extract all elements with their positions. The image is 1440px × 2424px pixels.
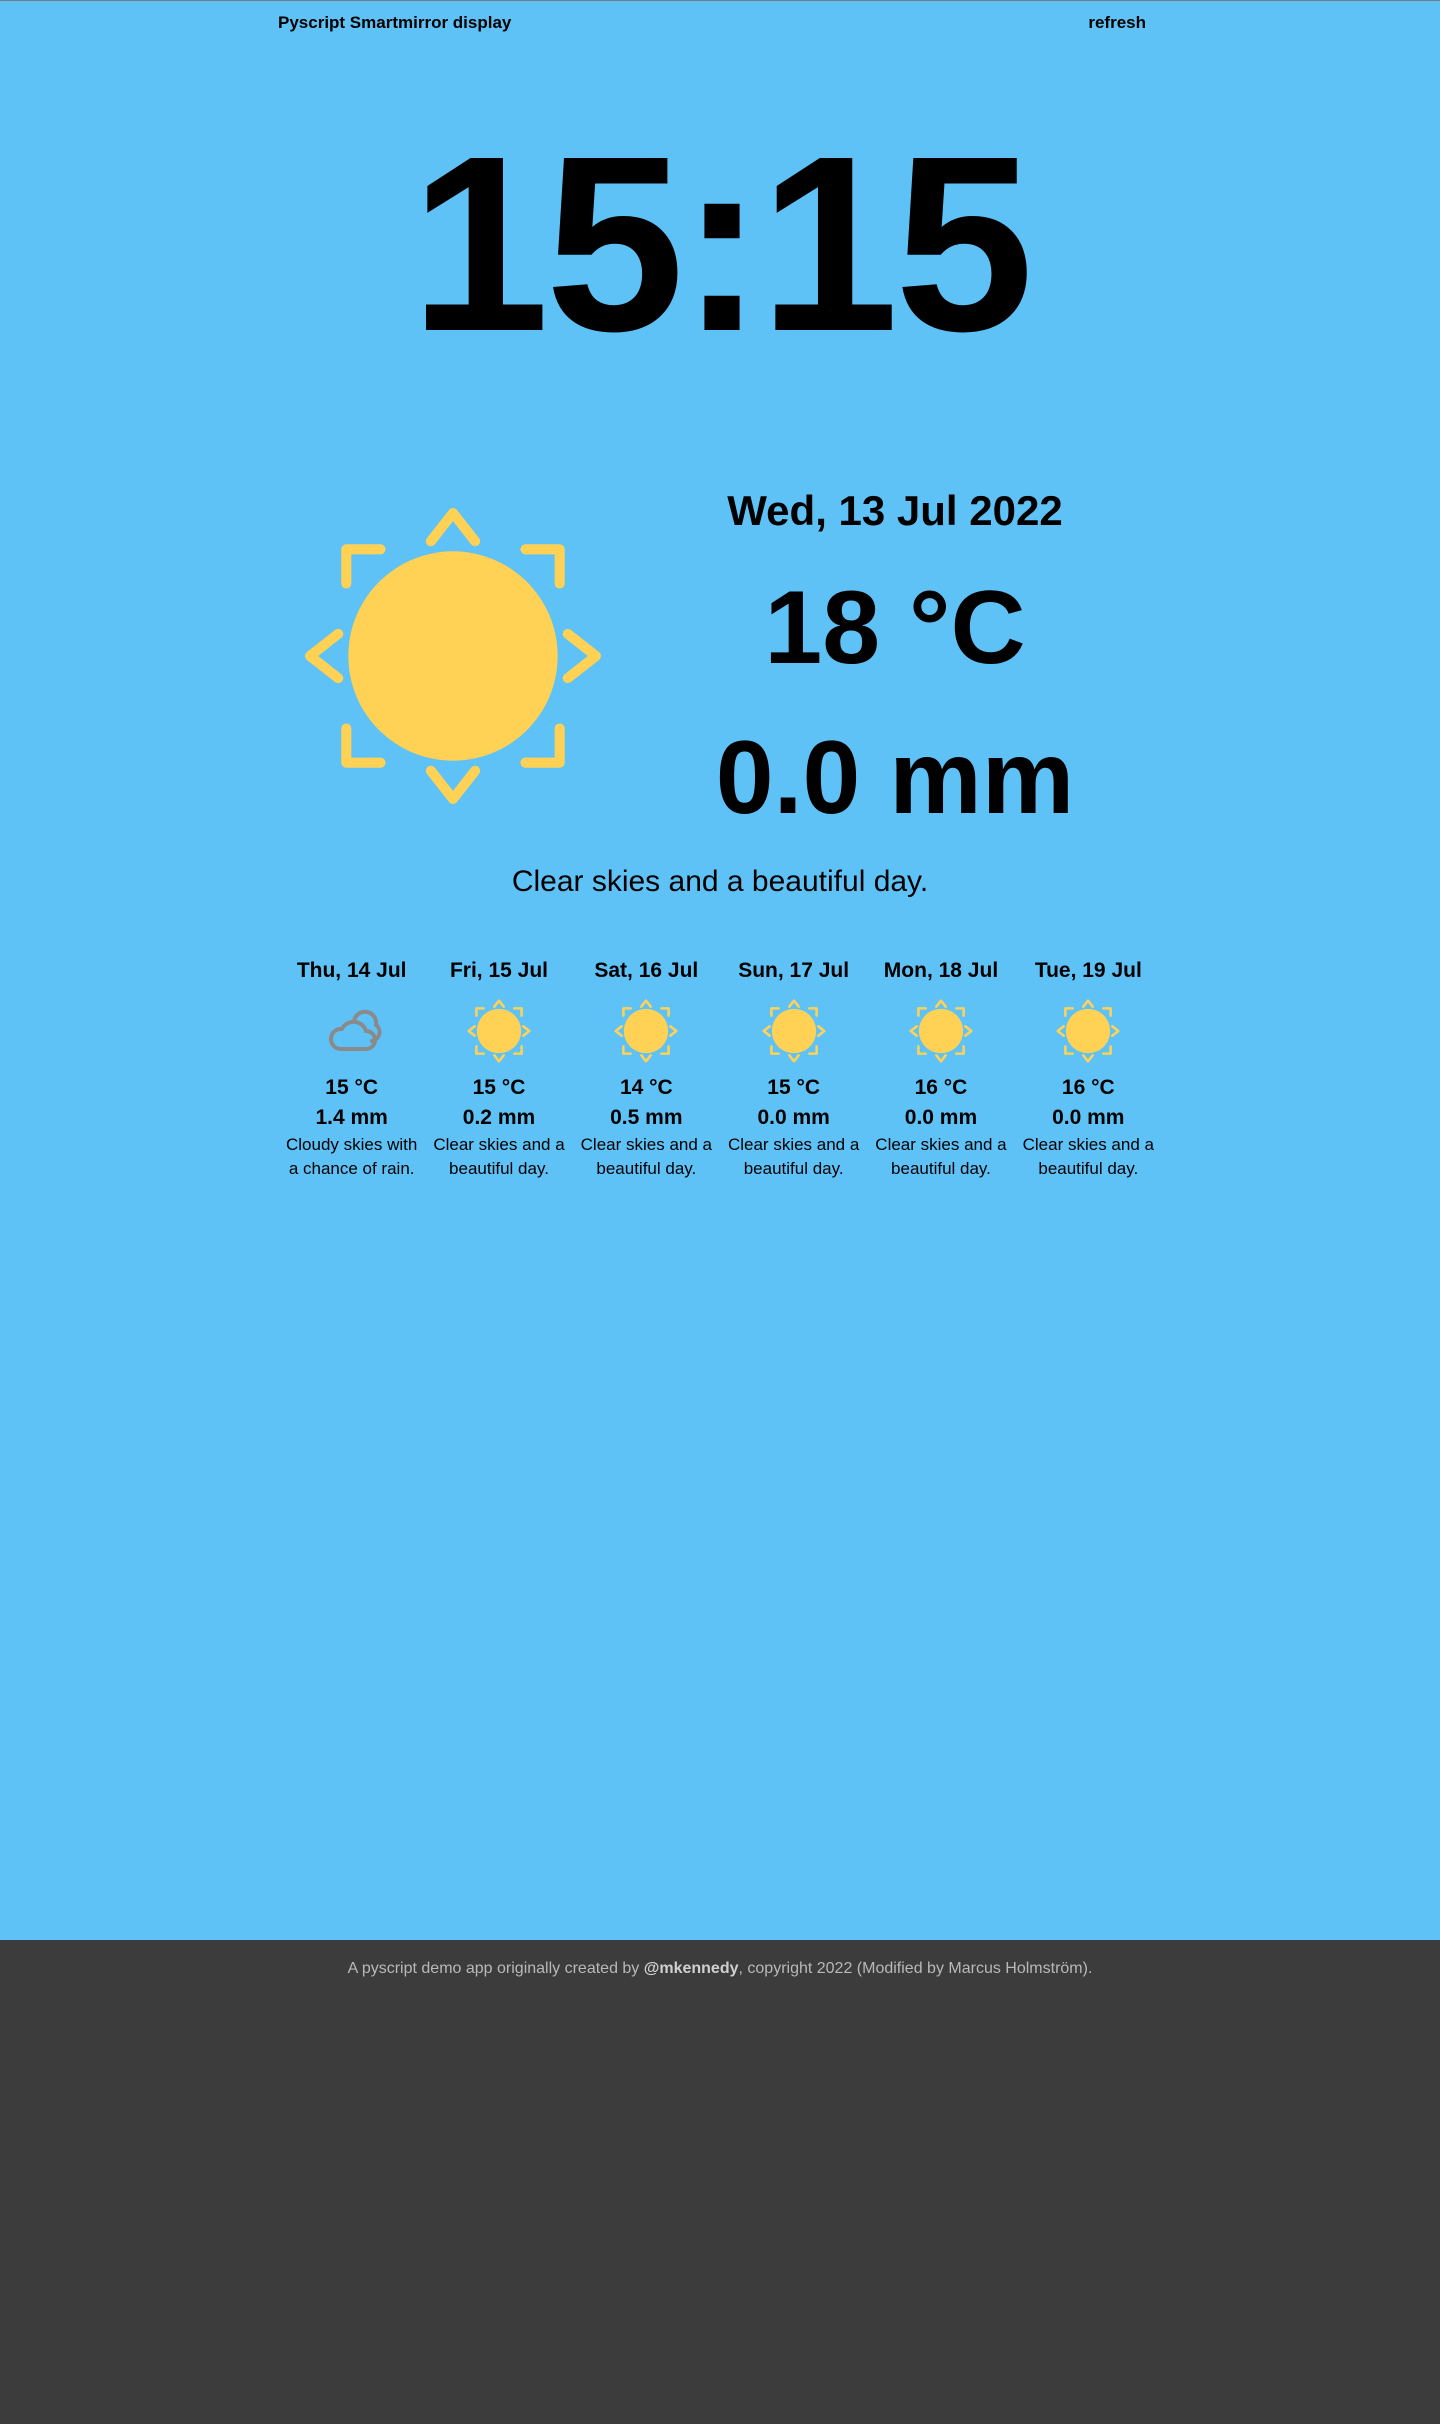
forecast-temperature: 14 °C bbox=[619, 1076, 673, 1099]
forecast-description: Clear skies and a beautiful day. bbox=[580, 1135, 712, 1178]
main-panel: Pyscript Smartmirror display refresh 15:… bbox=[0, 0, 1440, 1940]
forecast-day-name: Sun, 17 Jul bbox=[738, 959, 850, 982]
app-title: Pyscript Smartmirror display bbox=[278, 13, 512, 32]
sun-icon bbox=[762, 999, 826, 1063]
forecast-day: Sat, 16 Jul 14 °C 0.5 mm Clear skies and… bbox=[573, 957, 720, 1181]
today-precipitation: 0.0 mm bbox=[715, 720, 1075, 836]
forecast-temperature: 15 °C bbox=[472, 1076, 526, 1099]
clock-display: 15:15 bbox=[410, 104, 1033, 383]
cloud-icon bbox=[328, 1009, 382, 1051]
forecast-day-name: Sat, 16 Jul bbox=[594, 959, 699, 982]
forecast-temperature: 16 °C bbox=[1061, 1076, 1115, 1099]
forecast-description: Clear skies and a beautiful day. bbox=[1022, 1135, 1154, 1178]
forecast-description: Clear skies and a beautiful day. bbox=[875, 1135, 1007, 1178]
forecast-day-name: Tue, 19 Jul bbox=[1034, 959, 1142, 982]
top-bar: Pyscript Smartmirror display refresh bbox=[278, 13, 1146, 33]
footer-prefix: A pyscript demo app originally created b… bbox=[347, 1960, 644, 1977]
today-temperature: 18 °C bbox=[764, 570, 1026, 686]
forecast-day-name: Thu, 14 Jul bbox=[296, 959, 407, 982]
forecast-day: Thu, 14 Jul 15 °C 1.4 mm Cloudy skies wi… bbox=[278, 957, 425, 1181]
author-link[interactable]: @mkennedy bbox=[644, 1960, 739, 1977]
forecast-precipitation: 1.4 mm bbox=[315, 1106, 388, 1129]
forecast-precipitation: 0.0 mm bbox=[757, 1106, 830, 1129]
refresh-link[interactable]: refresh bbox=[1088, 13, 1146, 33]
forecast-temperature: 15 °C bbox=[325, 1076, 379, 1099]
today-summary: Clear skies and a beautiful day. bbox=[511, 865, 929, 898]
today-date: Wed, 13 Jul 2022 bbox=[727, 487, 1063, 534]
footer-suffix: , copyright 2022 (Modified by Marcus Hol… bbox=[738, 1960, 1093, 1977]
forecast-day-name: Fri, 15 Jul bbox=[449, 959, 549, 982]
forecast-precipitation: 0.0 mm bbox=[1052, 1106, 1125, 1129]
forecast-precipitation: 0.2 mm bbox=[462, 1106, 536, 1129]
forecast-day-name: Mon, 18 Jul bbox=[883, 959, 999, 982]
forecast-description: Clear skies and a beautiful day. bbox=[433, 1135, 565, 1178]
forecast-temperature: 15 °C bbox=[767, 1076, 821, 1099]
sun-icon bbox=[1056, 999, 1120, 1063]
forecast-day: Tue, 19 Jul 16 °C 0.0 mm Clear skies and… bbox=[1015, 957, 1162, 1181]
sun-icon bbox=[305, 508, 601, 804]
sun-icon bbox=[467, 999, 531, 1063]
forecast-day: Fri, 15 Jul 15 °C 0.2 mm Clear skies and… bbox=[425, 957, 572, 1181]
forecast-day: Mon, 18 Jul 16 °C 0.0 mm Clear skies and… bbox=[867, 957, 1014, 1181]
sun-icon bbox=[909, 999, 973, 1063]
forecast-description: Cloudy skies with a chance of rain. bbox=[286, 1135, 418, 1178]
forecast-description: Clear skies and a beautiful day. bbox=[727, 1135, 860, 1178]
forecast-precipitation: 0.5 mm bbox=[610, 1106, 683, 1129]
footer: A pyscript demo app originally created b… bbox=[0, 1960, 1440, 1978]
forecast-list: Thu, 14 Jul 15 °C 1.4 mm Cloudy skies wi… bbox=[278, 957, 1162, 1181]
forecast-temperature: 16 °C bbox=[914, 1076, 968, 1099]
forecast-day: Sun, 17 Jul 15 °C 0.0 mm Clear skies and… bbox=[720, 957, 867, 1181]
sun-icon bbox=[614, 999, 678, 1063]
forecast-precipitation: 0.0 mm bbox=[904, 1106, 978, 1129]
